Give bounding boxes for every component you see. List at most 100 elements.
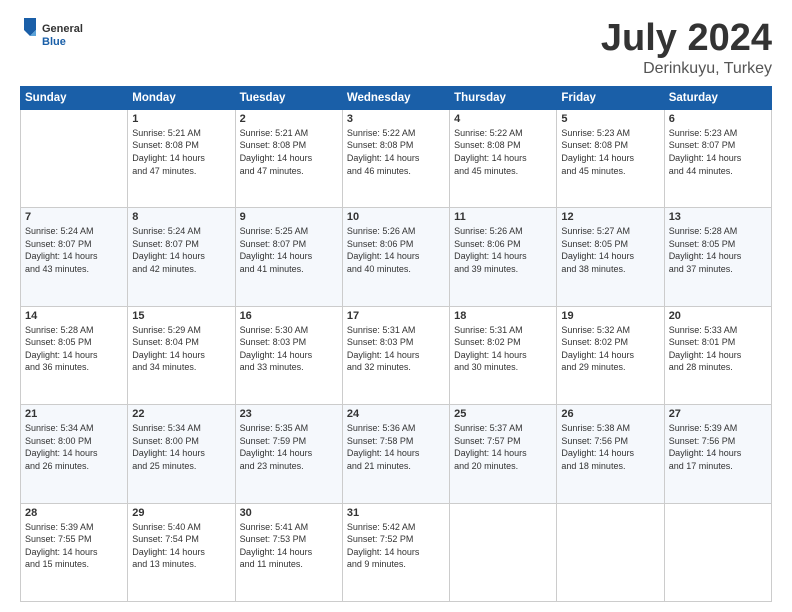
table-row: 26 Sunrise: 5:38 AM Sunset: 7:56 PM Dayli… — [557, 405, 664, 503]
title-month: July 2024 — [601, 18, 772, 60]
title-block: July 2024 Derinkuyu, Turkey — [601, 18, 772, 78]
day-number: 14 — [25, 310, 123, 322]
table-row — [21, 109, 128, 207]
day-number: 6 — [669, 113, 767, 125]
day-info: Sunrise: 5:26 AM Sunset: 8:06 PM Dayligh… — [347, 225, 445, 275]
table-row: 31Sunrise: 5:42 AM Sunset: 7:52 PM Dayli… — [342, 503, 449, 601]
day-info: Sunrise: 5:29 AM Sunset: 8:04 PM Dayligh… — [132, 324, 230, 374]
table-row: 18 Sunrise: 5:31 AM Sunset: 8:02 PM Dayli… — [450, 306, 557, 404]
day-info: Sunrise: 5:22 AM Sunset: 8:08 PM Dayligh… — [347, 127, 445, 177]
day-info: Sunrise: 5:21 AM Sunset: 8:08 PM Dayligh… — [240, 127, 338, 177]
table-row: 30 Sunrise: 5:41 AM Sunset: 7:53 PM Dayli… — [235, 503, 342, 601]
calendar-week-3: 14 Sunrise: 5:28 AM Sunset: 8:05 PM Dayli… — [21, 306, 772, 404]
table-row: 21 Sunrise: 5:34 AM Sunset: 8:00 PM Dayli… — [21, 405, 128, 503]
day-number: 3 — [347, 113, 445, 125]
day-number: 2 — [240, 113, 338, 125]
day-info: Sunrise: 5:39 AM Sunset: 7:56 PM Dayligh… — [669, 422, 767, 472]
col-wednesday: Wednesday — [342, 86, 449, 109]
day-number: 9 — [240, 211, 338, 223]
table-row: 20 Sunrise: 5:33 AM Sunset: 8:01 PM Dayli… — [664, 306, 771, 404]
day-number: 21 — [25, 408, 123, 420]
table-row: 5 Sunrise: 5:23 AM Sunset: 8:08 PM Daylig… — [557, 109, 664, 207]
day-number: 23 — [240, 408, 338, 420]
table-row: 23 Sunrise: 5:35 AM Sunset: 7:59 PM Dayli… — [235, 405, 342, 503]
table-row: 7 Sunrise: 5:24 AM Sunset: 8:07 PM Daylig… — [21, 208, 128, 306]
day-number: 5 — [561, 113, 659, 125]
header: General Blue July 2024 Derinkuyu, Turkey — [20, 18, 772, 78]
day-number: 22 — [132, 408, 230, 420]
table-row — [664, 503, 771, 601]
day-number: 12 — [561, 211, 659, 223]
day-number: 20 — [669, 310, 767, 322]
day-number: 26 — [561, 408, 659, 420]
table-row: 29Sunrise: 5:40 AM Sunset: 7:54 PM Dayli… — [128, 503, 235, 601]
day-number: 19 — [561, 310, 659, 322]
day-info: Sunrise: 5:40 AM Sunset: 7:54 PM Dayligh… — [132, 521, 230, 571]
day-info: Sunrise: 5:32 AM Sunset: 8:02 PM Dayligh… — [561, 324, 659, 374]
day-info: Sunrise: 5:31 AM Sunset: 8:03 PM Dayligh… — [347, 324, 445, 374]
table-row: 9 Sunrise: 5:25 AM Sunset: 8:07 PM Daylig… — [235, 208, 342, 306]
day-info: Sunrise: 5:28 AM Sunset: 8:05 PM Dayligh… — [25, 324, 123, 374]
day-number: 25 — [454, 408, 552, 420]
day-info: Sunrise: 5:34 AM Sunset: 8:00 PM Dayligh… — [25, 422, 123, 472]
day-number: 10 — [347, 211, 445, 223]
day-number: 28 — [25, 507, 123, 519]
day-info: Sunrise: 5:30 AM Sunset: 8:03 PM Dayligh… — [240, 324, 338, 374]
table-row — [557, 503, 664, 601]
svg-text:Blue: Blue — [42, 36, 66, 48]
day-number: 30 — [240, 507, 338, 519]
table-row: 16Sunrise: 5:30 AM Sunset: 8:03 PM Dayli… — [235, 306, 342, 404]
day-info: Sunrise: 5:22 AM Sunset: 8:08 PM Dayligh… — [454, 127, 552, 177]
logo: General Blue — [20, 18, 90, 56]
table-row: 6 Sunrise: 5:23 AM Sunset: 8:07 PM Daylig… — [664, 109, 771, 207]
day-number: 7 — [25, 211, 123, 223]
table-row: 28Sunrise: 5:39 AM Sunset: 7:55 PM Dayli… — [21, 503, 128, 601]
page: General Blue July 2024 Derinkuyu, Turkey… — [0, 0, 792, 612]
day-info: Sunrise: 5:37 AM Sunset: 7:57 PM Dayligh… — [454, 422, 552, 472]
table-row — [450, 503, 557, 601]
table-row: 1 Sunrise: 5:21 AM Sunset: 8:08 PM Daylig… — [128, 109, 235, 207]
day-number: 15 — [132, 310, 230, 322]
table-row: 4Sunrise: 5:22 AM Sunset: 8:08 PM Daylig… — [450, 109, 557, 207]
col-monday: Monday — [128, 86, 235, 109]
table-row: 13Sunrise: 5:28 AM Sunset: 8:05 PM Dayli… — [664, 208, 771, 306]
table-row: 22 Sunrise: 5:34 AM Sunset: 8:00 PM Dayli… — [128, 405, 235, 503]
day-info: Sunrise: 5:41 AM Sunset: 7:53 PM Dayligh… — [240, 521, 338, 571]
col-friday: Friday — [557, 86, 664, 109]
day-info: Sunrise: 5:24 AM Sunset: 8:07 PM Dayligh… — [132, 225, 230, 275]
day-info: Sunrise: 5:25 AM Sunset: 8:07 PM Dayligh… — [240, 225, 338, 275]
table-row: 8 Sunrise: 5:24 AM Sunset: 8:07 PM Daylig… — [128, 208, 235, 306]
calendar-week-5: 28Sunrise: 5:39 AM Sunset: 7:55 PM Dayli… — [21, 503, 772, 601]
calendar-week-4: 21 Sunrise: 5:34 AM Sunset: 8:00 PM Dayli… — [21, 405, 772, 503]
day-number: 24 — [347, 408, 445, 420]
table-row: 24Sunrise: 5:36 AM Sunset: 7:58 PM Dayli… — [342, 405, 449, 503]
day-info: Sunrise: 5:23 AM Sunset: 8:08 PM Dayligh… — [561, 127, 659, 177]
calendar-week-2: 7 Sunrise: 5:24 AM Sunset: 8:07 PM Daylig… — [21, 208, 772, 306]
day-info: Sunrise: 5:34 AM Sunset: 8:00 PM Dayligh… — [132, 422, 230, 472]
title-location: Derinkuyu, Turkey — [601, 60, 772, 78]
table-row: 27 Sunrise: 5:39 AM Sunset: 7:56 PM Dayli… — [664, 405, 771, 503]
day-number: 1 — [132, 113, 230, 125]
day-number: 17 — [347, 310, 445, 322]
table-row: 25 Sunrise: 5:37 AM Sunset: 7:57 PM Dayli… — [450, 405, 557, 503]
day-info: Sunrise: 5:26 AM Sunset: 8:06 PM Dayligh… — [454, 225, 552, 275]
table-row: 3 Sunrise: 5:22 AM Sunset: 8:08 PM Daylig… — [342, 109, 449, 207]
day-info: Sunrise: 5:31 AM Sunset: 8:02 PM Dayligh… — [454, 324, 552, 374]
day-number: 13 — [669, 211, 767, 223]
day-info: Sunrise: 5:21 AM Sunset: 8:08 PM Dayligh… — [132, 127, 230, 177]
table-row: 11Sunrise: 5:26 AM Sunset: 8:06 PM Dayli… — [450, 208, 557, 306]
svg-text:General: General — [42, 23, 83, 35]
day-number: 8 — [132, 211, 230, 223]
day-info: Sunrise: 5:35 AM Sunset: 7:59 PM Dayligh… — [240, 422, 338, 472]
day-info: Sunrise: 5:24 AM Sunset: 8:07 PM Dayligh… — [25, 225, 123, 275]
table-row: 17 Sunrise: 5:31 AM Sunset: 8:03 PM Dayli… — [342, 306, 449, 404]
day-info: Sunrise: 5:33 AM Sunset: 8:01 PM Dayligh… — [669, 324, 767, 374]
header-row: Sunday Monday Tuesday Wednesday Thursday… — [21, 86, 772, 109]
day-info: Sunrise: 5:23 AM Sunset: 8:07 PM Dayligh… — [669, 127, 767, 177]
day-number: 18 — [454, 310, 552, 322]
day-number: 27 — [669, 408, 767, 420]
day-info: Sunrise: 5:38 AM Sunset: 7:56 PM Dayligh… — [561, 422, 659, 472]
logo-svg: General Blue — [20, 18, 90, 56]
table-row: 14 Sunrise: 5:28 AM Sunset: 8:05 PM Dayli… — [21, 306, 128, 404]
table-row: 19 Sunrise: 5:32 AM Sunset: 8:02 PM Dayli… — [557, 306, 664, 404]
